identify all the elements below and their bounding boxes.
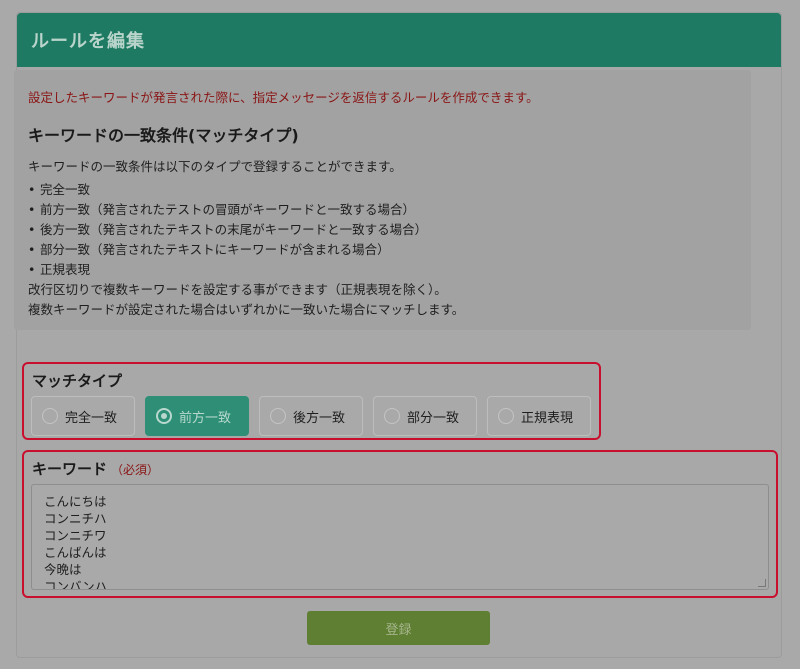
info-box: 設定したキーワードが発言された際に、指定メッセージを返信するルールを作成できます…	[14, 70, 751, 330]
info-heading: キーワードの一致条件(マッチタイプ)	[28, 126, 299, 145]
keyword-line: コンニチワ	[44, 528, 107, 543]
keyword-title: キーワード （必須）	[32, 458, 159, 479]
radio-label: 完全一致	[65, 410, 118, 426]
list-item: 完全一致	[28, 180, 737, 200]
keyword-group: キーワード （必須） こんにちは コンニチハ コンニチワ こんばんは 今晩は コン…	[22, 450, 778, 598]
radio-icon[interactable]	[384, 408, 400, 424]
info-intro: キーワードの一致条件は以下のタイプで登録することができます。	[28, 159, 402, 174]
radio-option-partial[interactable]: 部分一致	[373, 396, 477, 436]
list-item: 後方一致（発言されたテキストの末尾がキーワードと一致する場合）	[28, 220, 737, 240]
list-item: 部分一致（発言されたテキストにキーワードが含まれる場合）	[28, 240, 737, 260]
resize-handle-icon[interactable]	[758, 579, 766, 587]
radio-label: 前方一致	[179, 410, 232, 426]
page-title: ルールを編集	[31, 31, 145, 52]
panel-header: ルールを編集	[17, 13, 781, 67]
radio-icon[interactable]	[498, 408, 514, 424]
info-note: 複数キーワードが設定された場合はいずれかに一致いた場合にマッチします。	[28, 302, 465, 317]
match-type-title: マッチタイプ	[32, 372, 123, 390]
info-note: 改行区切りで複数キーワードを設定する事ができます（正規表現を除く）。	[28, 282, 447, 297]
radio-label: 部分一致	[407, 410, 460, 426]
keyword-line: コンバンハ	[44, 579, 108, 590]
radio-label: 正規表現	[521, 410, 574, 426]
required-badge: （必須）	[111, 463, 160, 477]
list-item: 前方一致（発言されたテストの冒頭がキーワードと一致する場合）	[28, 200, 737, 220]
match-type-list: 完全一致 前方一致（発言されたテストの冒頭がキーワードと一致する場合） 後方一致…	[28, 180, 737, 280]
keyword-label: キーワード	[32, 460, 108, 478]
radio-icon[interactable]	[42, 408, 58, 424]
keyword-textarea[interactable]: こんにちは コンニチハ コンニチワ こんばんは 今晩は コンバンハ	[31, 484, 769, 590]
radio-selected-icon[interactable]	[156, 408, 172, 424]
list-item: 正規表現	[28, 260, 737, 280]
radio-option-prefix[interactable]: 前方一致	[145, 396, 249, 436]
keyword-line: 今晩は	[44, 562, 82, 577]
radio-option-regex[interactable]: 正規表現	[487, 396, 591, 436]
keyword-line: こんばんは	[44, 545, 107, 560]
radio-icon[interactable]	[270, 408, 286, 424]
keyword-line: こんにちは	[44, 494, 107, 509]
radio-option-exact[interactable]: 完全一致	[31, 396, 135, 436]
keyword-line: コンニチハ	[44, 511, 107, 526]
radio-option-suffix[interactable]: 後方一致	[259, 396, 363, 436]
submit-button[interactable]: 登録	[307, 611, 490, 645]
radio-label: 後方一致	[293, 410, 346, 426]
info-alert: 設定したキーワードが発言された際に、指定メッセージを返信するルールを作成できます…	[28, 90, 539, 105]
match-type-group: マッチタイプ 完全一致 前方一致 後方一致 部分一致 正規表現	[22, 362, 601, 440]
